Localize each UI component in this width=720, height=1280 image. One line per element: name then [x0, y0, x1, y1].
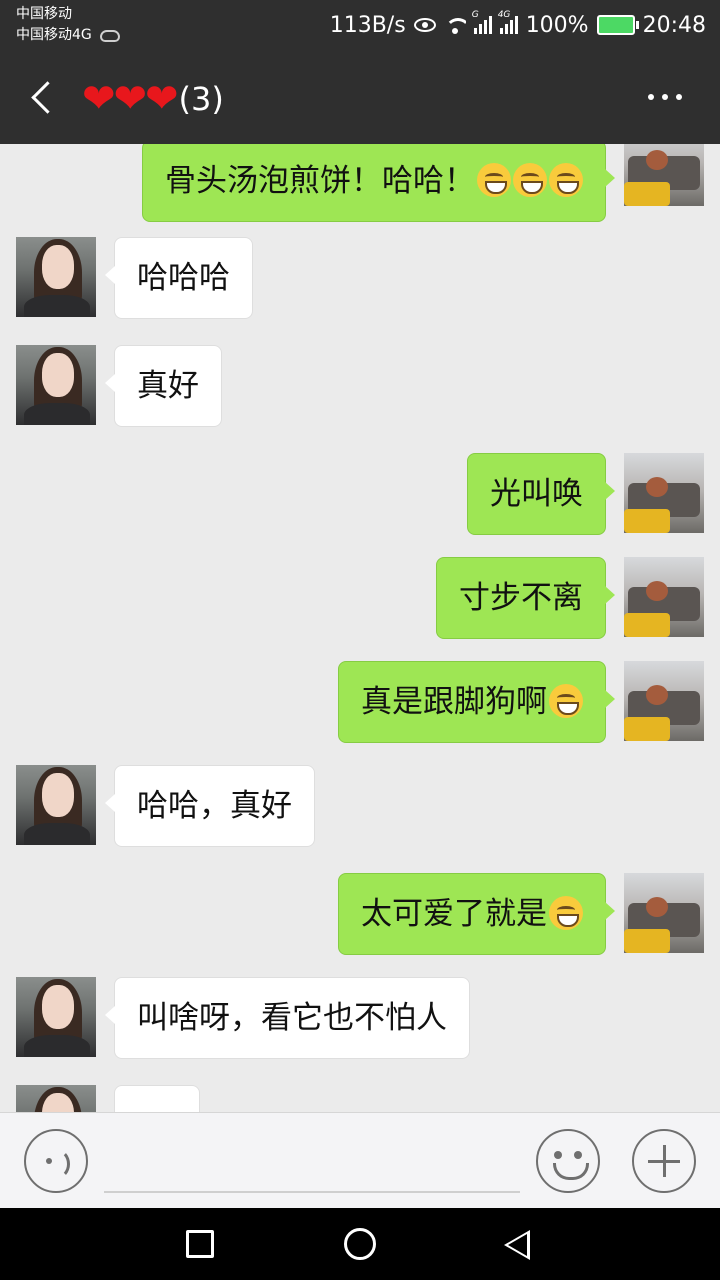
contact-avatar[interactable]: [16, 977, 96, 1057]
square-icon[interactable]: [186, 1230, 214, 1258]
cloud-icon: [99, 29, 120, 42]
clock: 20:48: [642, 12, 706, 38]
more-icon[interactable]: [648, 94, 682, 100]
my-avatar[interactable]: [624, 144, 704, 206]
message-row: [0, 1085, 720, 1112]
smile-icon[interactable]: [536, 1129, 600, 1193]
my-avatar[interactable]: [624, 661, 704, 741]
contact-avatar[interactable]: [16, 765, 96, 845]
my-avatar[interactable]: [624, 873, 704, 953]
grin-emoji-icon: [513, 162, 547, 197]
net-speed: 113B/s: [329, 12, 406, 38]
chat-title: ❤❤❤ (3): [82, 76, 224, 122]
contact-avatar[interactable]: [16, 1085, 96, 1112]
their-message-bubble[interactable]: 哈哈哈: [105, 237, 253, 319]
my-message-bubble[interactable]: 太可爱了就是: [338, 873, 615, 955]
message-row: 真好: [0, 345, 720, 427]
my-message-bubble[interactable]: 骨头汤泡煎饼！哈哈！: [142, 144, 615, 222]
message-text: 真是跟脚狗啊: [361, 684, 547, 720]
message-input[interactable]: [104, 1141, 520, 1193]
wifi-icon: [444, 16, 466, 34]
smile-emoji-icon: [549, 683, 583, 718]
my-avatar[interactable]: [624, 557, 704, 637]
my-message-bubble[interactable]: 真是跟脚狗啊: [338, 661, 615, 743]
battery-percent: 100%: [525, 12, 589, 38]
voice-icon[interactable]: [24, 1129, 88, 1193]
message-text: 哈哈，真好: [137, 788, 292, 824]
carrier-1: 中国移动: [16, 6, 72, 22]
group-name-hearts: ❤❤❤: [82, 76, 179, 122]
home-icon[interactable]: [344, 1228, 376, 1260]
carrier-info: 中国移动 中国移动4G: [16, 4, 120, 46]
carrier-2: 中国移动4G: [16, 27, 92, 43]
eye-icon: [413, 18, 436, 32]
input-bar: [0, 1112, 720, 1208]
plus-icon[interactable]: [632, 1129, 696, 1193]
message-row: 哈哈，真好: [0, 765, 720, 847]
my-avatar[interactable]: [624, 453, 704, 533]
message-text: 哈哈哈: [137, 260, 230, 296]
message-text: 叫啥呀，看它也不怕人: [137, 1000, 447, 1036]
message-row: 叫啥呀，看它也不怕人: [0, 977, 720, 1059]
signal-1-tag: G: [471, 10, 479, 20]
message-row: 哈哈哈: [0, 237, 720, 319]
message-text: 骨头汤泡煎饼！哈哈！: [165, 163, 475, 199]
message-row: 真是跟脚狗啊: [0, 661, 720, 743]
contact-avatar[interactable]: [16, 237, 96, 317]
back-icon[interactable]: [28, 80, 56, 114]
system-navigation-bar: [0, 1208, 720, 1280]
contact-avatar[interactable]: [16, 345, 96, 425]
my-message-bubble[interactable]: 光叫唤: [467, 453, 615, 535]
their-message-bubble[interactable]: 叫啥呀，看它也不怕人: [105, 977, 470, 1059]
their-message-bubble[interactable]: 真好: [105, 345, 222, 427]
member-count: (3): [178, 80, 224, 118]
smile-emoji-icon: [549, 895, 583, 930]
my-message-bubble[interactable]: 寸步不离: [436, 557, 615, 639]
chat-header: ❤❤❤ (3): [0, 50, 720, 144]
message-text: 太可爱了就是: [361, 896, 547, 932]
back-triangle-icon[interactable]: [504, 1230, 530, 1260]
message-row: 太可爱了就是: [0, 873, 720, 955]
status-bar: 中国移动 中国移动4G 113B/s G 4G 100% 20:48: [0, 0, 720, 50]
signal-2-tag: 4G: [497, 10, 511, 20]
message-text: 寸步不离: [459, 580, 583, 616]
their-message-bubble[interactable]: 哈哈，真好: [105, 765, 315, 847]
signal-4g-icon: 4G: [498, 10, 518, 34]
battery-icon: [596, 15, 639, 35]
signal-icon: G: [472, 10, 492, 34]
message-row: 光叫唤: [0, 453, 720, 535]
message-row: 寸步不离: [0, 557, 720, 639]
grin-emoji-icon: [549, 162, 583, 197]
message-row: 骨头汤泡煎饼！哈哈！: [0, 144, 720, 222]
message-text: 光叫唤: [490, 476, 583, 512]
their-message-bubble[interactable]: [114, 1085, 200, 1112]
message-list[interactable]: 骨头汤泡煎饼！哈哈！ 哈哈哈 真好 光叫唤 寸步不离 真是跟脚狗啊 哈哈，真好 …: [0, 144, 720, 1112]
message-text: 真好: [137, 368, 199, 404]
grin-emoji-icon: [477, 162, 511, 197]
status-indicators: 113B/s G 4G 100% 20:48: [330, 8, 706, 42]
